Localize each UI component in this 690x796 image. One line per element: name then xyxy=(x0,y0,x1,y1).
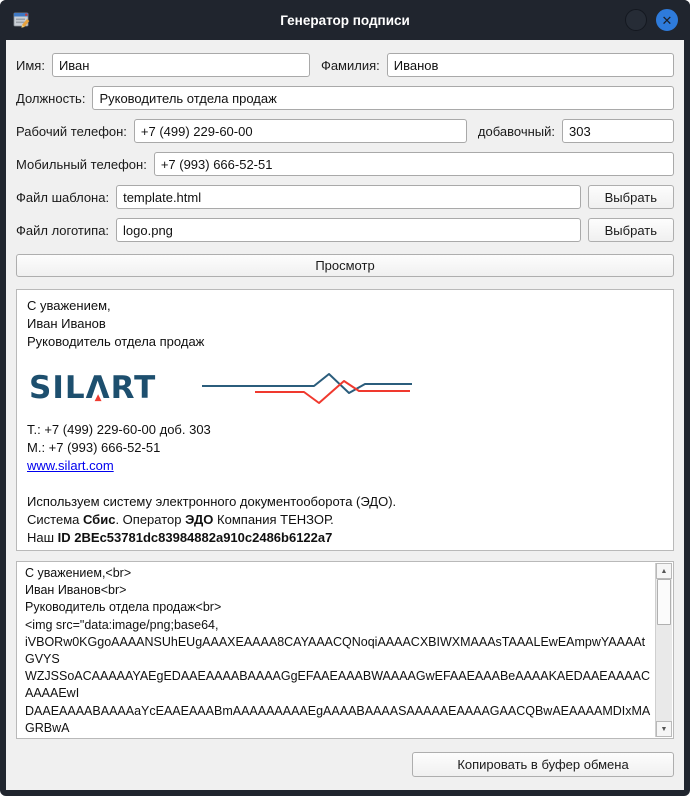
logo-browse-button[interactable]: Выбрать xyxy=(588,218,674,242)
mobile-phone-label: Мобильный телефон: xyxy=(16,157,147,172)
row-mobile-phone: Мобильный телефон: xyxy=(16,152,674,176)
template-file-input[interactable] xyxy=(116,185,581,209)
preview-spacer xyxy=(27,475,663,493)
silart-logo-text: SILΛ▲RT xyxy=(29,373,156,404)
minimize-button[interactable] xyxy=(625,9,647,31)
main-content: Имя: Фамилия: Должность: Рабочий телефон… xyxy=(6,40,684,790)
logo-file-input[interactable] xyxy=(116,218,581,242)
preview-edo-line3: Наш ID 2BEc53781dc83984882a910c2486b6122… xyxy=(27,529,663,547)
scroll-down-icon[interactable]: ▼ xyxy=(656,721,672,737)
html-source-editor[interactable]: С уважением,<br> Иван Иванов<br> Руковод… xyxy=(16,561,674,739)
template-browse-button[interactable]: Выбрать xyxy=(588,185,674,209)
footer: Копировать в буфер обмена xyxy=(16,752,674,777)
preview-button[interactable]: Просмотр xyxy=(16,254,674,277)
row-name: Имя: Фамилия: xyxy=(16,53,674,77)
window-title: Генератор подписи xyxy=(0,13,690,28)
extension-label: добавочный: xyxy=(478,124,555,139)
titlebar[interactable]: Генератор подписи ✕ xyxy=(0,0,690,40)
logo-red-triangle-icon: ▲ xyxy=(95,394,102,403)
template-file-label: Файл шаблона: xyxy=(16,190,109,205)
preview-full-name: Иван Иванов xyxy=(27,315,663,333)
company-logo: SILΛ▲RT xyxy=(29,364,663,412)
logo-left: SIL xyxy=(29,373,86,404)
close-button[interactable]: ✕ xyxy=(656,9,678,31)
position-input[interactable] xyxy=(92,86,674,110)
surname-label: Фамилия: xyxy=(321,58,380,73)
signature-preview-panel: С уважением, Иван Иванов Руководитель от… xyxy=(16,289,674,551)
preview-edo-line1: Используем систему электронного документ… xyxy=(27,493,663,511)
preview-work-phone: Т.: +7 (499) 229-60-00 доб. 303 xyxy=(27,421,663,439)
row-position: Должность: xyxy=(16,86,674,110)
work-phone-input[interactable] xyxy=(134,119,467,143)
name-label: Имя: xyxy=(16,58,45,73)
scroll-up-icon[interactable]: ▲ xyxy=(656,563,672,579)
scrollbar-thumb[interactable] xyxy=(657,579,671,625)
waveform-graphic-icon xyxy=(202,367,414,409)
logo-lambda: Λ▲ xyxy=(86,373,111,404)
preview-edo-line2: Система Сбис. Оператор ЭДО Компания ТЕНЗ… xyxy=(27,511,663,529)
work-phone-label: Рабочий телефон: xyxy=(16,124,127,139)
preview-position: Руководитель отдела продаж xyxy=(27,333,663,351)
editor-scrollbar[interactable]: ▲ ▼ xyxy=(655,563,672,737)
surname-input[interactable] xyxy=(387,53,674,77)
row-logo-file: Файл логотипа: Выбрать xyxy=(16,218,674,242)
app-icon[interactable] xyxy=(12,10,32,30)
close-icon: ✕ xyxy=(662,14,673,27)
name-input[interactable] xyxy=(52,53,310,77)
logo-right: RT xyxy=(111,373,157,404)
position-label: Должность: xyxy=(16,91,85,106)
row-work-phone: Рабочий телефон: добавочный: xyxy=(16,119,674,143)
window-controls: ✕ xyxy=(625,9,678,31)
website-link[interactable]: www.silart.com xyxy=(27,458,114,473)
html-source-text[interactable]: С уважением,<br> Иван Иванов<br> Руковод… xyxy=(17,562,655,738)
preview-mobile-phone: М.: +7 (993) 666-52-51 xyxy=(27,439,663,457)
logo-file-label: Файл логотипа: xyxy=(16,223,109,238)
app-window: Генератор подписи ✕ Имя: Фамилия: Должно… xyxy=(0,0,690,796)
row-template-file: Файл шаблона: Выбрать xyxy=(16,185,674,209)
extension-input[interactable] xyxy=(562,119,674,143)
copy-to-clipboard-button[interactable]: Копировать в буфер обмена xyxy=(412,752,674,777)
mobile-phone-input[interactable] xyxy=(154,152,674,176)
preview-greeting: С уважением, xyxy=(27,297,663,315)
